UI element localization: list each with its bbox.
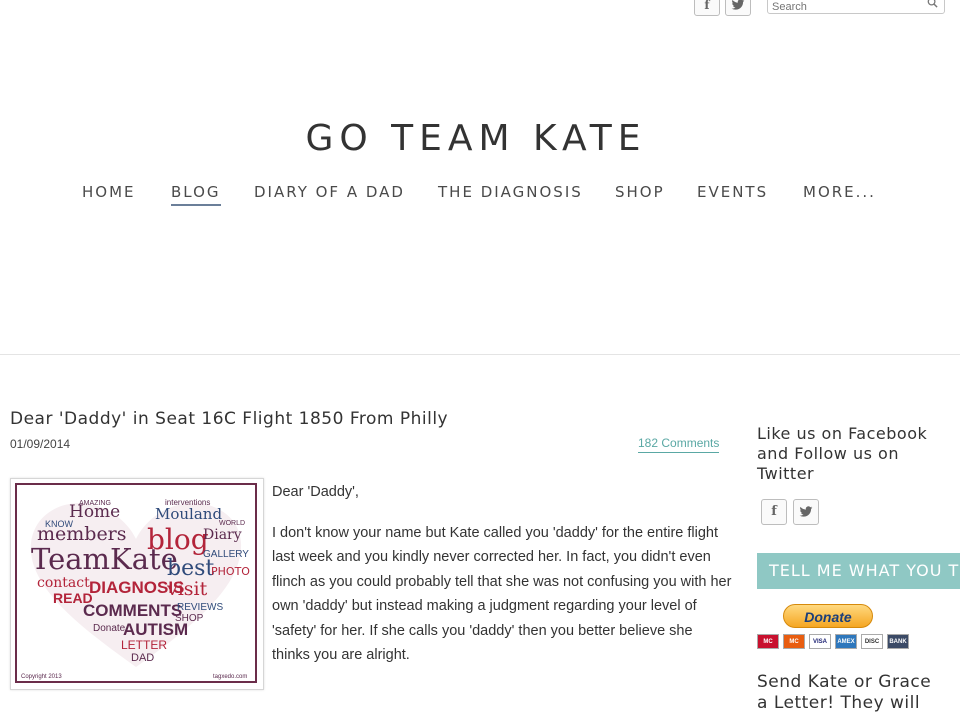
word-cloud-word: PHOTO bbox=[211, 565, 250, 578]
sidebar-social-heading: Like us on Facebook and Follow us on Twi… bbox=[757, 424, 928, 483]
nav-item-more[interactable]: MORE... bbox=[803, 183, 876, 201]
card-visa-icon: VISA bbox=[809, 634, 831, 649]
word-cloud-word: WORLD bbox=[219, 520, 245, 527]
post-date: 01/09/2014 bbox=[10, 437, 71, 451]
card-bank-icon: BANK bbox=[887, 634, 909, 649]
word-cloud-word: DAD bbox=[131, 652, 154, 664]
word-cloud-word: interventions bbox=[165, 498, 210, 507]
send-letter-text: Send Kate or Grace a Letter! They will bbox=[757, 672, 932, 713]
twitter-bird-icon bbox=[731, 0, 745, 10]
tell-me-what-you-think-button[interactable]: TELL ME WHAT YOU THINK bbox=[757, 553, 960, 589]
heart-word-cloud: Home Mouland members blog Diary TeamKate… bbox=[21, 498, 250, 680]
nav-item-blog[interactable]: BLOG bbox=[171, 183, 221, 206]
word-cloud-word: Donate bbox=[93, 623, 126, 634]
post-body: Dear 'Daddy', I don't know your name but… bbox=[272, 480, 732, 684]
sidebar-twitter-icon[interactable] bbox=[793, 499, 819, 525]
card-maestro-icon: MC bbox=[783, 634, 805, 649]
main-navigation: HOME BLOG DIARY OF A DAD THE DIAGNOSIS S… bbox=[0, 183, 960, 207]
card-discover-icon: DISC bbox=[861, 634, 883, 649]
nav-item-events[interactable]: EVENTS bbox=[697, 183, 768, 201]
word-cloud-image: Home Mouland members blog Diary TeamKate… bbox=[10, 478, 264, 690]
nav-item-home[interactable]: HOME bbox=[82, 183, 136, 201]
search-input[interactable] bbox=[772, 1, 912, 13]
twitter-icon[interactable] bbox=[725, 0, 751, 16]
card-mastercard-icon: MC bbox=[757, 634, 779, 649]
search-icon[interactable] bbox=[927, 0, 938, 8]
search-box[interactable] bbox=[767, 0, 945, 14]
header-divider bbox=[0, 354, 960, 355]
post-title[interactable]: Dear 'Daddy' in Seat 16C Flight 1850 Fro… bbox=[10, 409, 448, 429]
word-cloud-word: LETTER bbox=[121, 638, 167, 652]
word-cloud-word: KNOW bbox=[45, 519, 74, 529]
word-cloud-word: AMAZING bbox=[79, 500, 111, 507]
word-cloud-word: GALLERY bbox=[203, 549, 249, 560]
nav-item-the-diagnosis[interactable]: THE DIAGNOSIS bbox=[438, 183, 583, 201]
word-cloud-credit: tagxedo.com bbox=[213, 674, 247, 680]
top-utility-bar: f bbox=[0, 0, 960, 16]
sidebar-facebook-icon[interactable]: f bbox=[761, 499, 787, 525]
word-cloud-word: TeamKate bbox=[31, 542, 178, 576]
word-cloud-word: SHOP bbox=[175, 613, 204, 624]
sidebar-twitter-bird-icon bbox=[799, 506, 813, 517]
word-cloud-copyright: Copyright 2013 bbox=[21, 674, 62, 680]
word-cloud-word: contact bbox=[37, 575, 90, 591]
paypal-donate-button[interactable]: Donate bbox=[783, 604, 873, 628]
word-cloud-word: DIAGNOSIS bbox=[89, 578, 184, 597]
post-paragraph: I don't know your name but Kate called y… bbox=[272, 524, 732, 664]
post-salutation: Dear 'Daddy', bbox=[272, 484, 359, 500]
word-cloud-word: COMMENTS bbox=[83, 601, 182, 620]
facebook-icon[interactable]: f bbox=[694, 0, 720, 16]
word-cloud-word: Diary bbox=[203, 527, 242, 543]
nav-item-shop[interactable]: SHOP bbox=[615, 183, 665, 201]
comments-link[interactable]: 182 Comments bbox=[638, 436, 720, 453]
nav-item-diary-of-a-dad[interactable]: DIARY OF A DAD bbox=[254, 183, 405, 201]
card-amex-icon: AMEX bbox=[835, 634, 857, 649]
word-cloud-frame: Home Mouland members blog Diary TeamKate… bbox=[15, 483, 257, 683]
word-cloud-word: Mouland bbox=[155, 505, 222, 523]
word-cloud-word: REVIEWS bbox=[177, 602, 223, 613]
site-title[interactable]: GO TEAM KATE bbox=[0, 118, 952, 159]
